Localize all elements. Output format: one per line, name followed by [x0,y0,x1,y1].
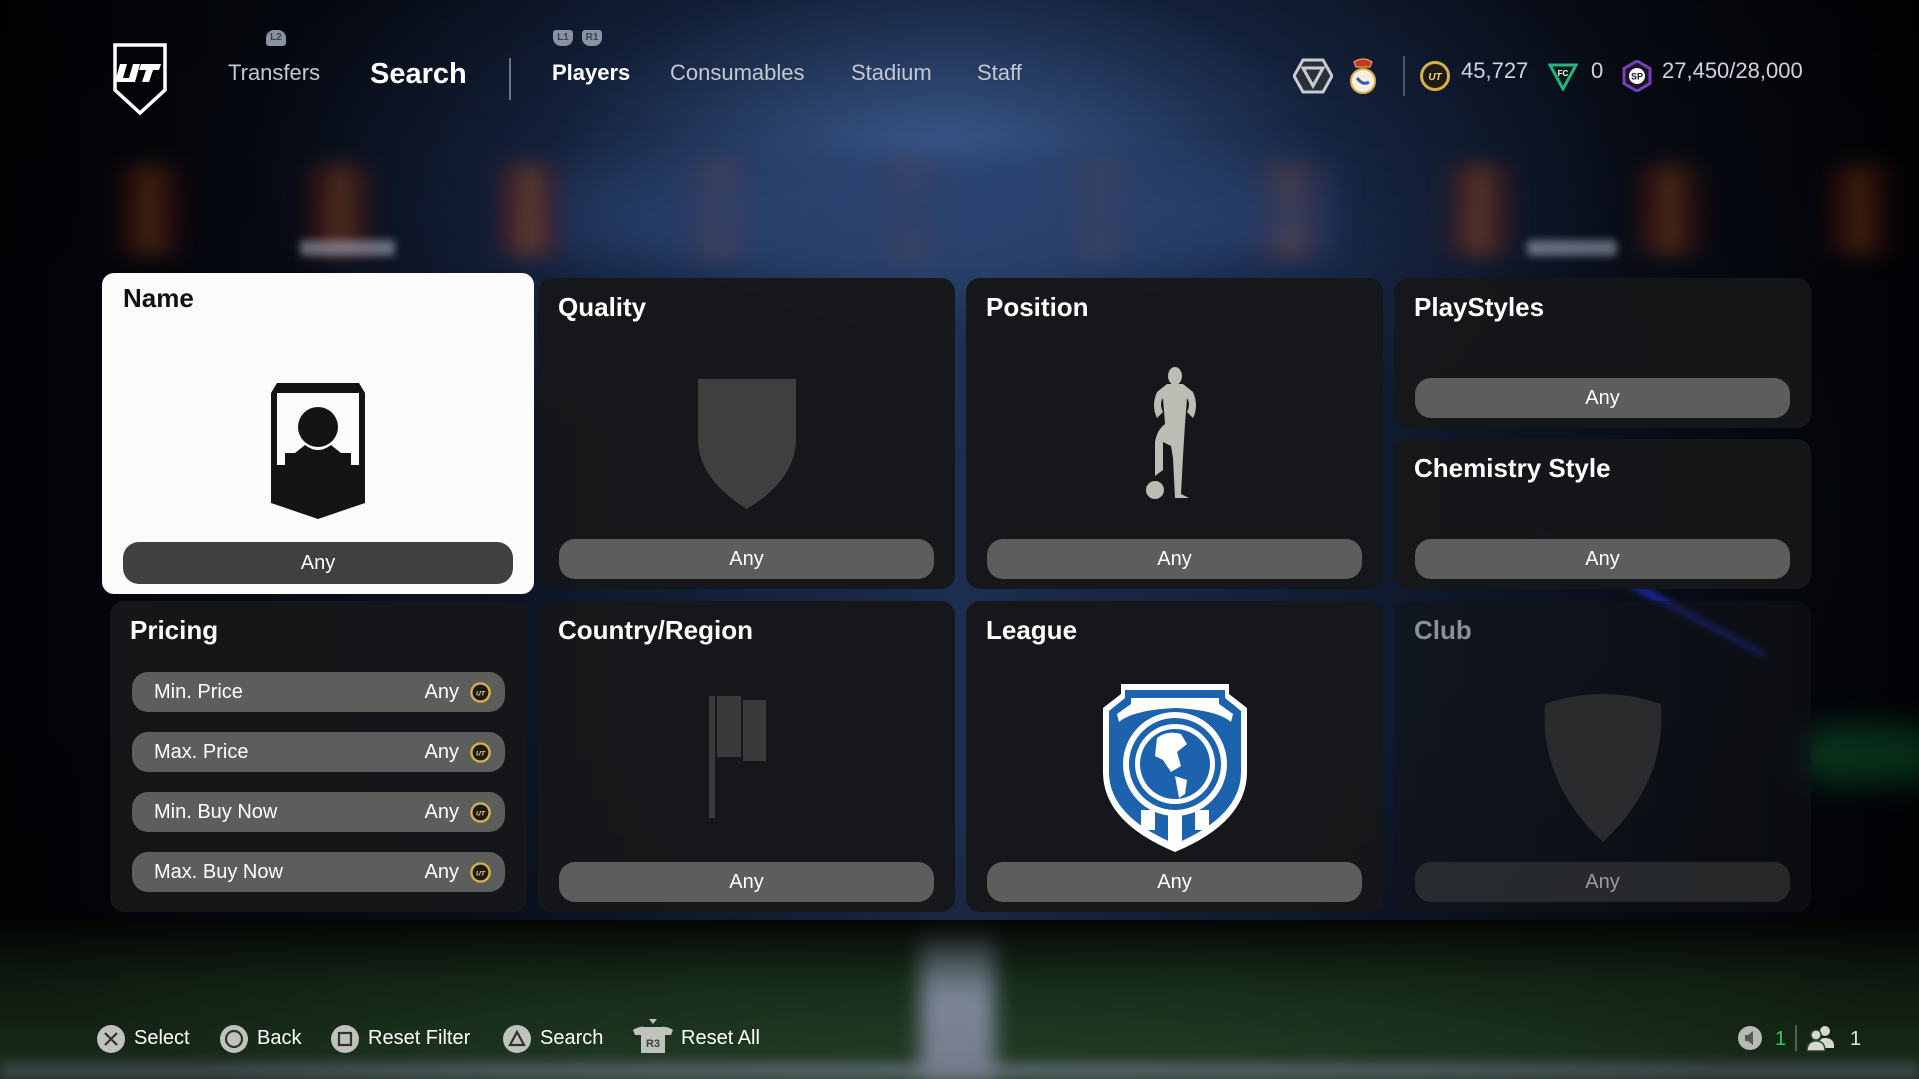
svg-text:UT: UT [476,750,486,757]
price-label: Min. Buy Now [154,801,278,823]
party-members-icon[interactable] [1806,1024,1836,1052]
cross-button-icon [97,1025,125,1053]
max-buy-now-field[interactable]: Max. Buy Now Any UT [132,852,505,892]
top-navigation: L2 Transfers Search L1 R1 Players Consum… [0,0,1919,140]
filter-card-league[interactable]: League Any [966,601,1383,912]
card-title: Name [123,283,194,313]
price-value: Any [424,861,459,883]
quality-any-button[interactable]: Any [559,539,934,579]
coin-icon: UT [1420,61,1450,91]
voice-count: 1 [1775,1028,1787,1050]
price-label: Min. Price [154,681,243,703]
filter-card-playstyles[interactable]: PlayStyles Any [1394,278,1811,428]
subtab-players[interactable]: Players [552,60,630,86]
name-any-button[interactable]: Any [123,542,513,584]
tab-search[interactable]: Search [370,58,467,91]
l1-hint: L1 [553,30,573,46]
nav-divider [509,58,511,100]
svg-text:UT: UT [476,810,486,817]
control-label: Reset All [681,1027,760,1049]
season-points-icon: SP [1622,60,1652,92]
party-count: 1 [1850,1028,1862,1050]
l2-hint: L2 [266,30,286,46]
svg-text:SP: SP [1631,72,1643,82]
card-title: Pricing [130,615,219,645]
club-any-button: Any [1415,862,1790,902]
svg-text:UT: UT [476,870,486,877]
filter-card-quality[interactable]: Quality Any [538,278,955,589]
fc-points-balance: 0 [1591,58,1604,83]
svg-text:UT: UT [476,690,486,697]
min-buy-now-field[interactable]: Min. Buy Now Any UT [132,792,505,832]
square-button-icon [331,1025,359,1053]
card-title: Quality [558,292,647,322]
svg-text:FC: FC [1558,69,1569,78]
currency-divider [1403,56,1405,96]
circle-button-icon [220,1025,248,1053]
subtab-consumables[interactable]: Consumables [670,60,805,86]
playstyles-any-button[interactable]: Any [1415,378,1790,418]
chemistry-style-any-button[interactable]: Any [1415,539,1790,579]
price-value: Any [424,741,459,763]
max-price-field[interactable]: Max. Price Any UT [132,732,505,772]
svg-text:R3: R3 [646,1038,660,1050]
coin-icon: UT [470,862,491,883]
filter-card-pricing: Pricing Min. Price Any UT Max. Price Any… [110,601,527,912]
control-label: Back [257,1027,302,1049]
season-points-progress: 27,450/28,000 [1662,58,1803,83]
card-title: Chemistry Style [1414,453,1611,483]
card-title: PlayStyles [1414,292,1545,322]
coin-icon: UT [470,802,491,823]
svg-text:UT: UT [1428,72,1442,83]
filter-card-chemistry-style[interactable]: Chemistry Style Any [1394,439,1811,589]
voice-chat-icon[interactable] [1737,1025,1763,1051]
fc-points-icon: FC [1548,63,1578,91]
country-region-any-button[interactable]: Any [559,862,934,902]
coin-icon: UT [470,742,491,763]
position-any-button[interactable]: Any [987,539,1362,579]
club-shield-icon [1543,694,1662,842]
card-title: Position [986,292,1089,322]
control-label: Select [134,1027,190,1049]
league-any-button[interactable]: Any [987,862,1362,902]
quality-shield-icon [697,379,796,509]
coin-icon: UT [470,682,491,703]
r1-hint: R1 [582,30,602,46]
price-label: Max. Price [154,741,249,763]
filter-card-country-region[interactable]: Country/Region Any [538,601,955,912]
filter-card-name[interactable]: Name Any [102,273,534,594]
subtab-staff[interactable]: Staff [977,60,1022,86]
status-divider [1795,1025,1797,1051]
price-value: Any [424,801,459,823]
subtab-stadium[interactable]: Stadium [851,60,932,86]
flag-icon [708,696,766,818]
tab-transfers[interactable]: Transfers [228,60,320,86]
player-silhouette-icon [1145,367,1196,499]
card-title: Club [1414,615,1472,645]
card-title: League [986,615,1078,645]
control-label: Search [540,1027,604,1049]
r3-button-icon: R3 [633,1019,673,1053]
control-label: Reset Filter [368,1027,471,1049]
filter-card-club: Club Any [1394,601,1811,912]
ut-logo-icon[interactable] [112,42,168,116]
league-crest-icon [1102,684,1247,852]
club-badge-icon[interactable] [1348,56,1378,96]
coin-balance: 45,727 [1461,58,1529,83]
filter-card-position[interactable]: Position Any [966,278,1383,589]
price-label: Max. Buy Now [154,861,283,883]
division-rank-icon [1293,58,1333,94]
card-title: Country/Region [558,615,753,645]
price-value: Any [424,681,459,703]
triangle-button-icon [503,1025,531,1053]
player-card-icon [271,383,365,519]
min-price-field[interactable]: Min. Price Any UT [132,672,505,712]
